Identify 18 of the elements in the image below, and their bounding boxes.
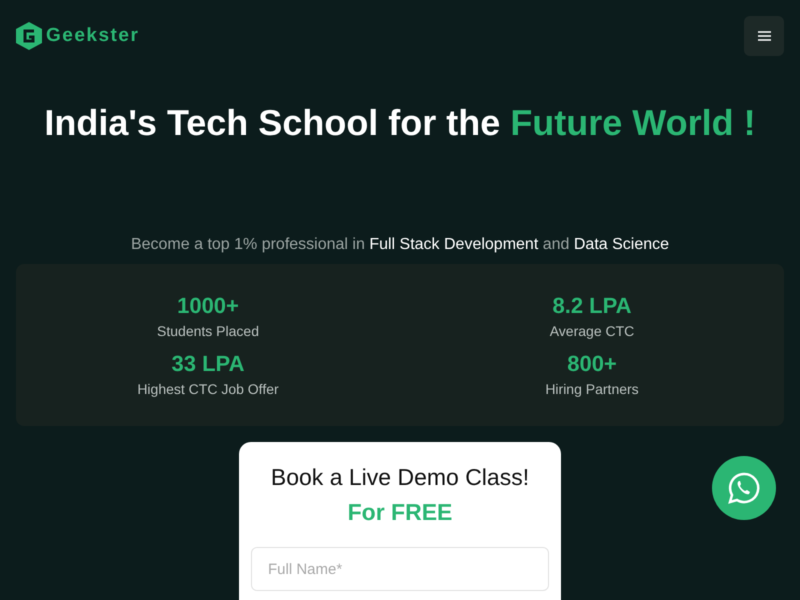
stat-label: Average CTC — [550, 323, 634, 339]
brand-name: Geekster — [46, 25, 140, 47]
stat-value: 800+ — [567, 351, 617, 377]
stat-value: 33 LPA — [172, 351, 244, 377]
stat-label: Students Placed — [157, 323, 259, 339]
stat-label: Hiring Partners — [545, 381, 639, 397]
form-title: Book a Live Demo Class! — [270, 464, 530, 491]
logo-icon — [16, 22, 42, 50]
menu-icon — [758, 31, 770, 41]
chat-bubble-icon — [727, 471, 761, 505]
menu-button[interactable] — [744, 16, 784, 56]
hero-headline: India's Tech School for the Future World ! — [43, 102, 757, 144]
name-field[interactable]: Full Name* — [251, 547, 549, 591]
stat-label: Highest CTC Job Offer — [137, 381, 279, 397]
form-subtitle: For FREE — [348, 499, 452, 526]
hero-subtitle: Become a top 1% professional in Full Stack Development and Data Science — [130, 236, 670, 254]
stat-value: 8.2 LPA — [552, 293, 632, 319]
stat-value: 1000+ — [177, 293, 239, 319]
